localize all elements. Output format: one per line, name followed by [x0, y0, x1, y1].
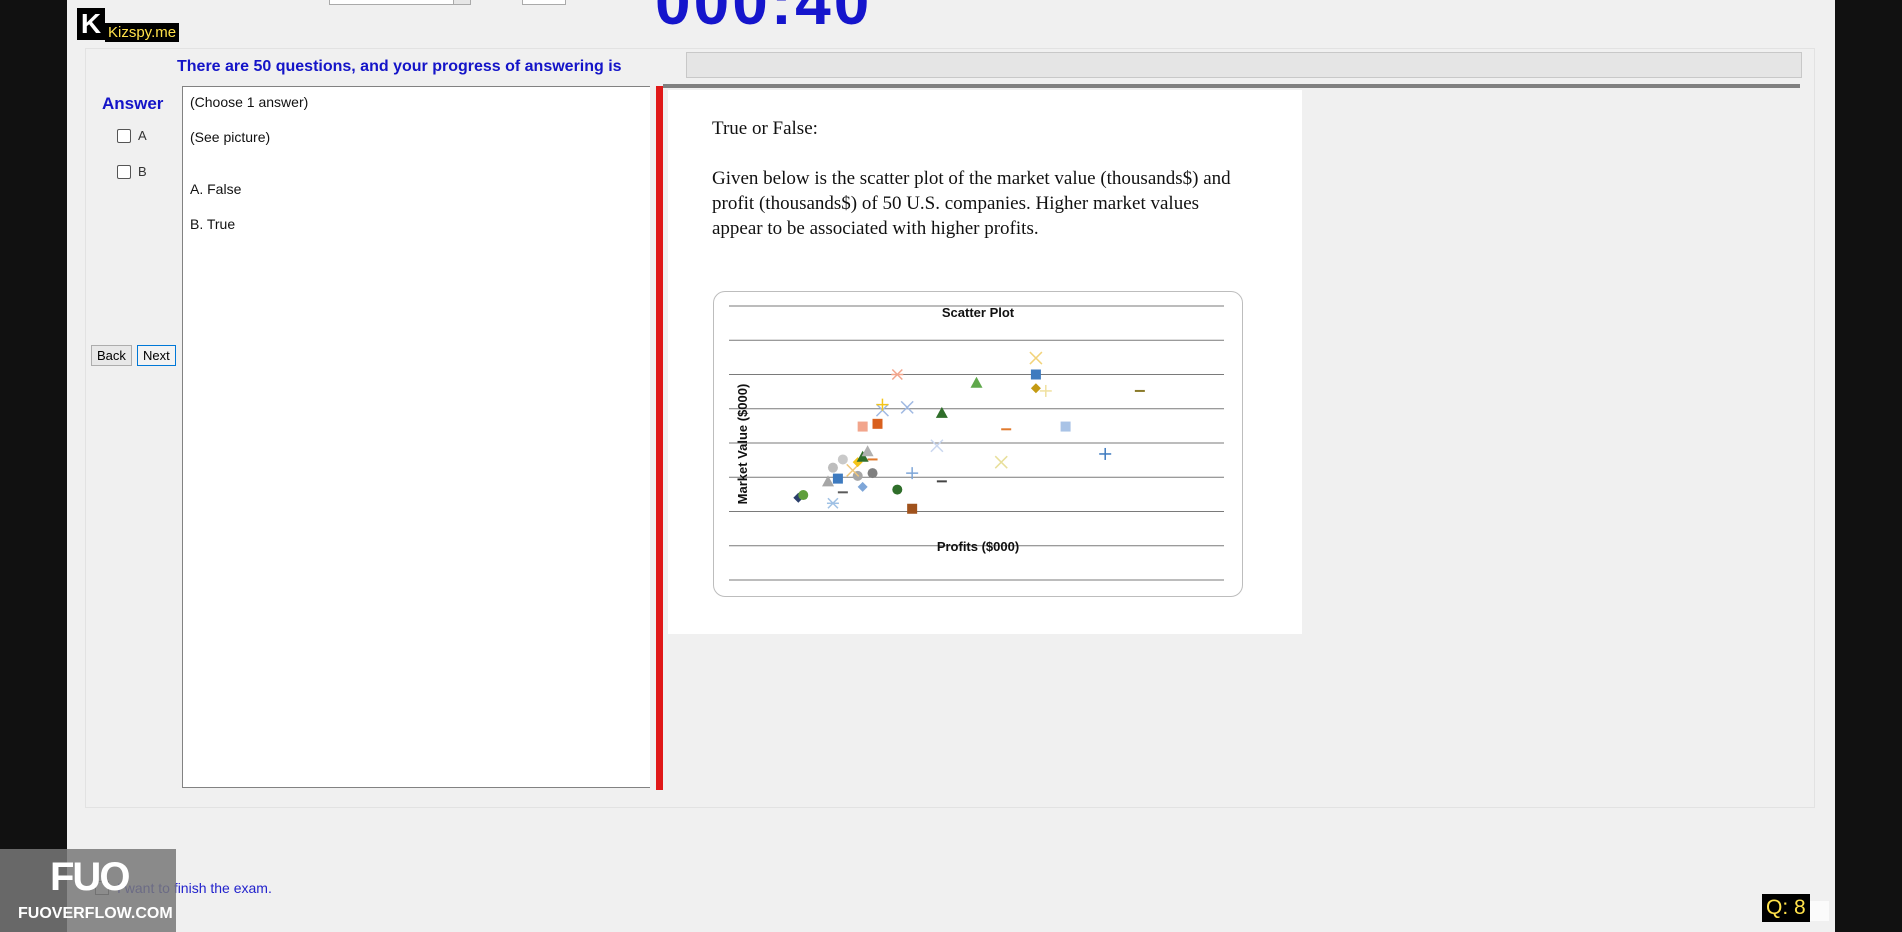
scatter-point: [900, 400, 914, 414]
scatter-chart-svg: Scatter Plot Profits ($000) Market Value…: [729, 305, 1224, 581]
scatter-point: [832, 473, 843, 484]
answer-option-b[interactable]: B: [117, 164, 147, 179]
top-small-box[interactable]: [522, 0, 566, 5]
scatter-point: [892, 484, 903, 495]
scatter-point: [857, 481, 868, 492]
scatter-point: [861, 445, 874, 457]
scatter-point: [867, 468, 878, 479]
scatter-point: [872, 418, 883, 429]
choice-a-text: A. False: [190, 181, 242, 197]
answer-option-a-label: A: [138, 128, 147, 143]
question-text-box[interactable]: (Choose 1 answer) (See picture) A. False…: [182, 86, 650, 788]
scatter-point: [891, 368, 904, 381]
question-counter: Q: 8: [1762, 894, 1810, 922]
scatter-point: [1099, 447, 1112, 460]
scatter-point: [1060, 421, 1071, 432]
fuoverflow-watermark: FUO FUOVERFLOW.COM: [0, 849, 176, 932]
scatter-point: [1030, 383, 1041, 394]
exam-window: 000:40 Multiple Choices KKizspy.me There…: [67, 0, 1835, 932]
exam-timer: 000:40: [655, 0, 873, 38]
scatter-point: [798, 490, 809, 501]
chevron-down-icon[interactable]: [453, 0, 470, 4]
choose-instruction: (Choose 1 answer): [190, 94, 309, 110]
scatter-point: [837, 454, 848, 465]
next-button[interactable]: Next: [137, 345, 176, 366]
see-picture-text: (See picture): [190, 129, 271, 145]
panel-splitter[interactable]: [656, 86, 663, 790]
fuoverflow-text: FUOVERFLOW.COM: [18, 905, 173, 922]
chart-title: Scatter Plot: [942, 305, 1015, 320]
chart-y-label: Market Value ($000): [735, 384, 750, 505]
scatter-point: [930, 439, 944, 453]
answer-option-a[interactable]: A: [117, 128, 147, 143]
back-button[interactable]: Back: [91, 345, 132, 366]
scatter-point: [994, 455, 1008, 469]
checkbox-b[interactable]: [117, 164, 131, 179]
chart-points: [793, 351, 1145, 514]
scatter-point: [827, 462, 838, 473]
scatter-point: [1039, 384, 1052, 397]
question-title: True or False:: [712, 118, 818, 139]
fuo-logo: FUO: [50, 855, 130, 899]
chart-x-label: Profits ($000): [937, 539, 1019, 554]
brand-label: Kizspy.me: [105, 23, 180, 42]
k-logo-icon: K: [77, 8, 105, 40]
progress-label: There are 50 questions, and your progres…: [177, 58, 622, 75]
choice-b-text: B. True: [190, 216, 236, 232]
progress-bar: [686, 52, 1802, 78]
scatter-point: [1029, 351, 1043, 365]
scatter-chart: Scatter Plot Profits ($000) Market Value…: [713, 291, 1243, 597]
question-image: True or False: Given below is the scatte…: [668, 90, 1302, 634]
answer-title: Answer: [102, 94, 164, 113]
checkbox-a[interactable]: [117, 128, 131, 143]
scatter-point: [970, 376, 983, 388]
scatter-point: [857, 421, 868, 432]
kizspy-logo: Multiple Choices KKizspy.me: [77, 8, 203, 42]
top-dropdown[interactable]: [329, 0, 471, 5]
scatter-point: [1030, 369, 1041, 380]
scatter-point: [826, 497, 839, 509]
question-body: Given below is the scatter plot of the m…: [712, 168, 1231, 239]
scatter-point: [907, 503, 918, 514]
answer-option-b-label: B: [138, 164, 147, 179]
